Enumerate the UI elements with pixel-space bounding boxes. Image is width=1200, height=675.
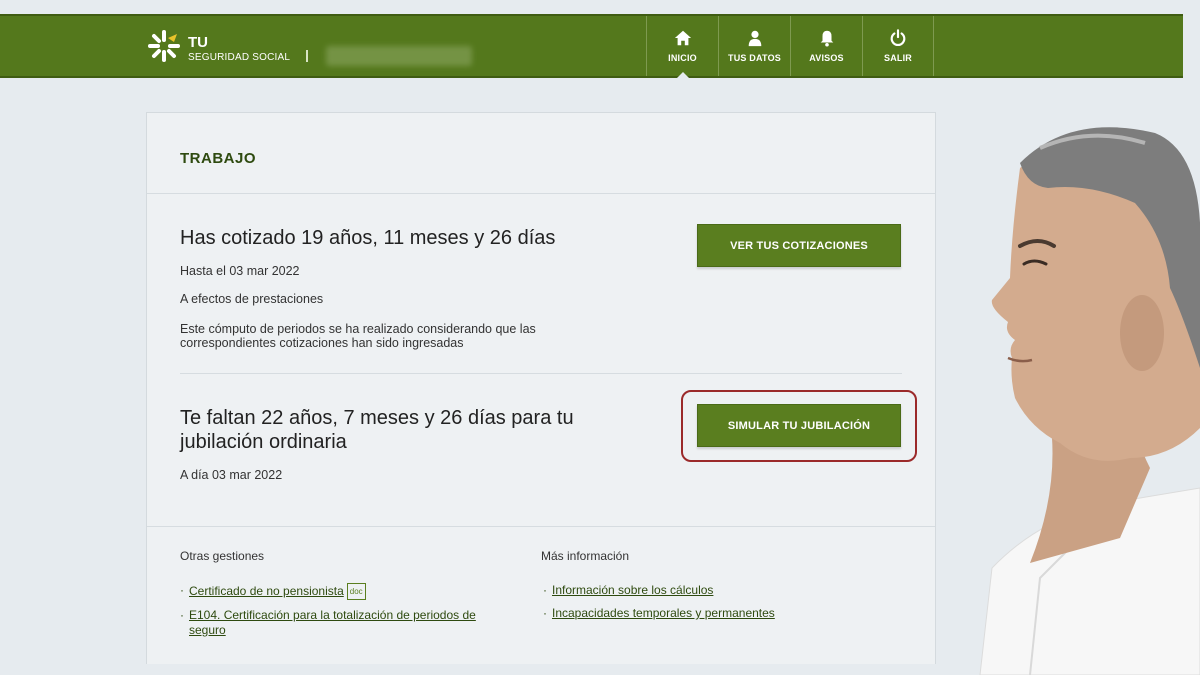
link-informacion-calculos[interactable]: · Información sobre los cálculos: [543, 583, 713, 598]
simular-jubilacion-button[interactable]: SIMULAR TU JUBILACIÓN: [697, 404, 901, 447]
link-text-line1[interactable]: E104. Certificación para la totalización…: [189, 608, 476, 622]
user-icon: [748, 30, 761, 47]
faltan-date: A día 03 mar 2022: [180, 468, 283, 482]
brand-separator: [306, 50, 308, 62]
card-title: TRABAJO: [180, 150, 257, 167]
home-icon: [674, 30, 691, 46]
main-nav: INICIO TUS DATOS AVISOS SALIR: [646, 16, 934, 78]
mas-informacion-title: Más información: [541, 549, 630, 563]
otras-gestiones-title: Otras gestiones: [180, 549, 265, 563]
link-text-line2[interactable]: seguro: [189, 623, 226, 637]
brand-line-1: TU: [188, 34, 208, 51]
link-incapacidades[interactable]: · Incapacidades temporales y permanentes: [543, 606, 775, 621]
power-icon: [890, 29, 906, 47]
top-navigation-bar: TU SEGURIDAD SOCIAL INICIO TUS DATOS AVI…: [0, 14, 1183, 78]
link-text[interactable]: Certificado de no pensionista: [189, 584, 344, 598]
blurred-user-name: [326, 46, 472, 66]
link-e104-certificacion[interactable]: · E104. Certificación para la totalizaci…: [180, 608, 476, 638]
trabajo-card: TRABAJO Has cotizado 19 años, 11 meses y…: [146, 112, 936, 664]
brand-name: TU SEGURIDAD SOCIAL: [188, 35, 290, 63]
nav-item-inicio[interactable]: INICIO: [646, 16, 718, 78]
nav-item-avisos[interactable]: AVISOS: [790, 16, 862, 76]
man-profile-photo: [979, 127, 1200, 675]
seguridad-social-logo-icon: [148, 30, 180, 62]
cotizado-disclaimer-line1: Este cómputo de periodos se ha realizado…: [180, 322, 536, 336]
cotizado-date: Hasta el 03 mar 2022: [180, 264, 300, 278]
link-certificado-no-pensionista[interactable]: · Certificado de no pensionista doc: [180, 583, 366, 600]
nav-label-tus-datos: TUS DATOS: [728, 53, 781, 63]
ver-cotizaciones-button[interactable]: VER TUS COTIZACIONES: [697, 224, 901, 267]
cotizado-heading: Has cotizado 19 años, 11 meses y 26 días: [180, 227, 556, 249]
section-divider: [180, 373, 902, 374]
nav-item-salir[interactable]: SALIR: [862, 16, 934, 76]
bell-icon: [820, 30, 833, 47]
cotizado-note: A efectos de prestaciones: [180, 292, 324, 306]
document-icon: doc: [346, 583, 366, 600]
faltan-heading-line2: jubilación ordinaria: [180, 431, 347, 453]
link-text[interactable]: Información sobre los cálculos: [552, 583, 713, 597]
nav-label-salir: SALIR: [884, 53, 912, 63]
nav-item-tus-datos[interactable]: TUS DATOS: [718, 16, 790, 76]
faltan-heading-line1: Te faltan 22 años, 7 meses y 26 días par…: [180, 407, 574, 429]
nav-label-inicio: INICIO: [668, 53, 697, 63]
title-divider: [147, 193, 935, 194]
nav-label-avisos: AVISOS: [809, 53, 844, 63]
link-text[interactable]: Incapacidades temporales y permanentes: [552, 606, 775, 620]
brand-line-2: SEGURIDAD SOCIAL: [188, 52, 291, 63]
bottom-divider: [147, 526, 935, 527]
bottom-links-area: Otras gestiones · Certificado de no pens…: [147, 526, 935, 664]
cotizado-disclaimer-line2: correspondientes cotizaciones han sido i…: [180, 336, 464, 350]
